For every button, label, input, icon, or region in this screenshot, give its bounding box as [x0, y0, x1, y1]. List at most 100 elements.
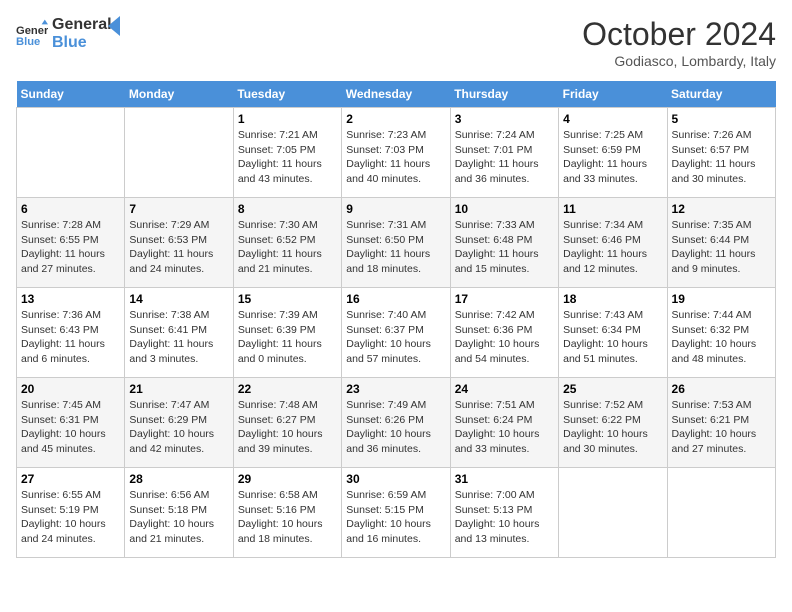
day-number: 4 [563, 112, 662, 126]
day-number: 27 [21, 472, 120, 486]
calendar-title: October 2024 [582, 16, 776, 53]
calendar-table: SundayMondayTuesdayWednesdayThursdayFrid… [16, 81, 776, 558]
calendar-cell: 13 Sunrise: 7:36 AMSunset: 6:43 PMDayligh… [17, 288, 125, 378]
calendar-week-4: 20Sunrise: 7:45 AMSunset: 6:31 PMDayligh… [17, 378, 776, 468]
day-info: Sunrise: 6:59 AMSunset: 5:15 PMDaylight:… [346, 488, 445, 547]
day-info: Sunrise: 7:35 AMSunset: 6:44 PMDaylight:… [672, 218, 771, 277]
day-number: 13 [21, 292, 120, 306]
day-info: Sunrise: 7:43 AMSunset: 6:34 PMDaylight:… [563, 308, 662, 367]
day-info: Sunrise: 7:30 AMSunset: 6:52 PMDaylight:… [238, 218, 337, 277]
day-number: 23 [346, 382, 445, 396]
logo-text-blue: Blue [52, 34, 112, 52]
calendar-cell: 23 Sunrise: 7:49 AMSunset: 6:26 PMDayligh… [342, 378, 450, 468]
calendar-cell: 1Sunrise: 7:21 AMSunset: 7:05 PMDaylight… [233, 108, 341, 198]
logo-icon: General Blue [16, 18, 48, 50]
calendar-week-1: 1Sunrise: 7:21 AMSunset: 7:05 PMDaylight… [17, 108, 776, 198]
calendar-cell: 27 Sunrise: 6:55 AMSunset: 5:19 PMDayligh… [17, 468, 125, 558]
calendar-cell: 16 Sunrise: 7:40 AMSunset: 6:37 PMDayligh… [342, 288, 450, 378]
calendar-cell: 5 Sunrise: 7:26 AMSunset: 6:57 PMDaylight… [667, 108, 775, 198]
col-header-monday: Monday [125, 81, 233, 108]
day-number: 11 [563, 202, 662, 216]
day-info: Sunrise: 7:39 AMSunset: 6:39 PMDaylight:… [238, 308, 337, 367]
day-info: Sunrise: 7:48 AMSunset: 6:27 PMDaylight:… [238, 398, 337, 457]
calendar-cell: 12 Sunrise: 7:35 AMSunset: 6:44 PMDayligh… [667, 198, 775, 288]
calendar-week-3: 13 Sunrise: 7:36 AMSunset: 6:43 PMDayligh… [17, 288, 776, 378]
day-number: 19 [672, 292, 771, 306]
day-number: 29 [238, 472, 337, 486]
calendar-cell: 6 Sunrise: 7:28 AMSunset: 6:55 PMDaylight… [17, 198, 125, 288]
day-info: Sunrise: 7:28 AMSunset: 6:55 PMDaylight:… [21, 218, 120, 277]
day-number: 28 [129, 472, 228, 486]
calendar-cell [667, 468, 775, 558]
svg-text:Blue: Blue [16, 36, 40, 48]
col-header-friday: Friday [559, 81, 667, 108]
day-info: Sunrise: 6:55 AMSunset: 5:19 PMDaylight:… [21, 488, 120, 547]
day-info: Sunrise: 7:53 AMSunset: 6:21 PMDaylight:… [672, 398, 771, 457]
calendar-cell [125, 108, 233, 198]
day-info: Sunrise: 7:26 AMSunset: 6:57 PMDaylight:… [672, 128, 771, 187]
calendar-cell: 19 Sunrise: 7:44 AMSunset: 6:32 PMDayligh… [667, 288, 775, 378]
day-number: 5 [672, 112, 771, 126]
day-number: 6 [21, 202, 120, 216]
page-header: General Blue General Blue October 2024 G… [16, 16, 776, 69]
day-number: 10 [455, 202, 554, 216]
day-number: 15 [238, 292, 337, 306]
calendar-cell: 14 Sunrise: 7:38 AMSunset: 6:41 PMDayligh… [125, 288, 233, 378]
calendar-cell: 7Sunrise: 7:29 AMSunset: 6:53 PMDaylight… [125, 198, 233, 288]
calendar-cell: 17 Sunrise: 7:42 AMSunset: 6:36 PMDayligh… [450, 288, 558, 378]
day-number: 16 [346, 292, 445, 306]
calendar-cell: 21 Sunrise: 7:47 AMSunset: 6:29 PMDayligh… [125, 378, 233, 468]
day-info: Sunrise: 6:56 AMSunset: 5:18 PMDaylight:… [129, 488, 228, 547]
col-header-sunday: Sunday [17, 81, 125, 108]
logo-arrow-icon [108, 16, 128, 36]
day-number: 2 [346, 112, 445, 126]
header-row: SundayMondayTuesdayWednesdayThursdayFrid… [17, 81, 776, 108]
day-info: Sunrise: 7:47 AMSunset: 6:29 PMDaylight:… [129, 398, 228, 457]
calendar-cell: 25Sunrise: 7:52 AMSunset: 6:22 PMDayligh… [559, 378, 667, 468]
calendar-cell [17, 108, 125, 198]
day-number: 9 [346, 202, 445, 216]
calendar-cell: 28 Sunrise: 6:56 AMSunset: 5:18 PMDayligh… [125, 468, 233, 558]
title-section: October 2024 Godiasco, Lombardy, Italy [582, 16, 776, 69]
logo-text-general: General [52, 16, 112, 34]
col-header-thursday: Thursday [450, 81, 558, 108]
calendar-cell: 30Sunrise: 6:59 AMSunset: 5:15 PMDayligh… [342, 468, 450, 558]
calendar-header: SundayMondayTuesdayWednesdayThursdayFrid… [17, 81, 776, 108]
day-info: Sunrise: 7:38 AMSunset: 6:41 PMDaylight:… [129, 308, 228, 367]
day-number: 17 [455, 292, 554, 306]
calendar-week-5: 27 Sunrise: 6:55 AMSunset: 5:19 PMDayligh… [17, 468, 776, 558]
day-info: Sunrise: 7:23 AMSunset: 7:03 PMDaylight:… [346, 128, 445, 187]
day-info: Sunrise: 7:42 AMSunset: 6:36 PMDaylight:… [455, 308, 554, 367]
day-number: 1 [238, 112, 337, 126]
day-info: Sunrise: 7:24 AMSunset: 7:01 PMDaylight:… [455, 128, 554, 187]
day-number: 12 [672, 202, 771, 216]
day-info: Sunrise: 7:34 AMSunset: 6:46 PMDaylight:… [563, 218, 662, 277]
day-info: Sunrise: 7:36 AMSunset: 6:43 PMDaylight:… [21, 308, 120, 367]
day-number: 22 [238, 382, 337, 396]
calendar-cell: 3 Sunrise: 7:24 AMSunset: 7:01 PMDaylight… [450, 108, 558, 198]
day-number: 14 [129, 292, 228, 306]
day-number: 21 [129, 382, 228, 396]
day-number: 26 [672, 382, 771, 396]
day-info: Sunrise: 7:49 AMSunset: 6:26 PMDaylight:… [346, 398, 445, 457]
day-number: 24 [455, 382, 554, 396]
calendar-subtitle: Godiasco, Lombardy, Italy [582, 53, 776, 69]
calendar-cell: 29Sunrise: 6:58 AMSunset: 5:16 PMDayligh… [233, 468, 341, 558]
day-info: Sunrise: 7:31 AMSunset: 6:50 PMDaylight:… [346, 218, 445, 277]
calendar-cell: 24 Sunrise: 7:51 AMSunset: 6:24 PMDayligh… [450, 378, 558, 468]
day-info: Sunrise: 7:44 AMSunset: 6:32 PMDaylight:… [672, 308, 771, 367]
day-number: 7 [129, 202, 228, 216]
calendar-cell: 2 Sunrise: 7:23 AMSunset: 7:03 PMDaylight… [342, 108, 450, 198]
day-info: Sunrise: 7:51 AMSunset: 6:24 PMDaylight:… [455, 398, 554, 457]
calendar-cell: 10 Sunrise: 7:33 AMSunset: 6:48 PMDayligh… [450, 198, 558, 288]
day-number: 31 [455, 472, 554, 486]
calendar-cell: 31Sunrise: 7:00 AMSunset: 5:13 PMDayligh… [450, 468, 558, 558]
day-number: 8 [238, 202, 337, 216]
day-info: Sunrise: 7:40 AMSunset: 6:37 PMDaylight:… [346, 308, 445, 367]
calendar-cell: 15 Sunrise: 7:39 AMSunset: 6:39 PMDayligh… [233, 288, 341, 378]
day-number: 25 [563, 382, 662, 396]
day-number: 3 [455, 112, 554, 126]
col-header-tuesday: Tuesday [233, 81, 341, 108]
day-info: Sunrise: 7:33 AMSunset: 6:48 PMDaylight:… [455, 218, 554, 277]
logo: General Blue General Blue [16, 16, 128, 51]
